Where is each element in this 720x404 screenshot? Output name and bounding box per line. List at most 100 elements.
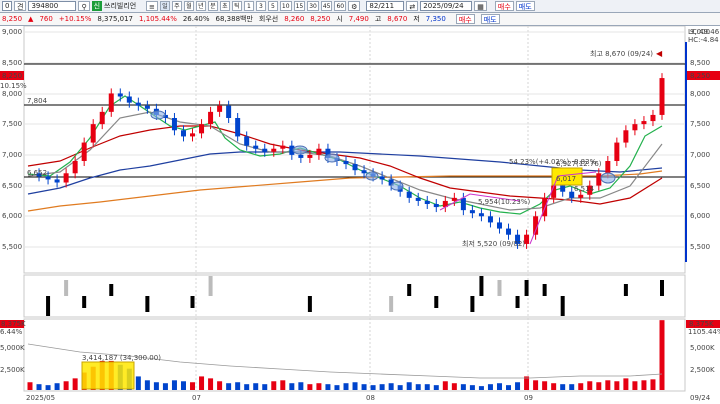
candle[interactable] <box>659 78 665 115</box>
volume-bar[interactable] <box>397 385 403 390</box>
candle[interactable] <box>180 130 186 137</box>
volume-bar[interactable] <box>217 381 223 390</box>
candle[interactable] <box>171 118 177 131</box>
sell-button[interactable]: 매도 <box>515 1 535 11</box>
period-year[interactable]: 년 <box>195 1 206 11</box>
candle[interactable] <box>361 170 367 174</box>
candle[interactable] <box>54 179 60 183</box>
volume-bar[interactable] <box>226 383 232 390</box>
volume-bar[interactable] <box>334 385 340 390</box>
candle[interactable] <box>433 204 439 208</box>
volume-bar[interactable] <box>487 384 493 390</box>
candle[interactable] <box>144 105 150 109</box>
volume-bar[interactable] <box>144 380 150 390</box>
volume-bar[interactable] <box>63 381 69 390</box>
interval-60[interactable]: 60 <box>334 1 347 11</box>
candle[interactable] <box>641 121 647 125</box>
volume-bar[interactable] <box>424 384 430 390</box>
candle[interactable] <box>424 200 430 204</box>
volume-bar[interactable] <box>271 381 277 390</box>
volume-bar[interactable] <box>325 384 331 390</box>
volume-bar[interactable] <box>533 380 539 390</box>
volume-bar[interactable] <box>343 383 349 390</box>
candle[interactable] <box>253 145 259 149</box>
volume-bar[interactable] <box>415 384 421 390</box>
interval-5[interactable]: 5 <box>267 1 278 11</box>
candle[interactable] <box>596 173 602 186</box>
candle[interactable] <box>72 161 78 174</box>
volume-bar[interactable] <box>208 378 214 390</box>
volume-bar[interactable] <box>632 381 638 390</box>
volume-bar[interactable] <box>551 383 557 390</box>
candle[interactable] <box>451 197 457 201</box>
volume-bar[interactable] <box>361 384 367 390</box>
chart-canvas[interactable]: 최고 8,670 (09/24) ◀ 최저 5,520 (09/02) 54.2… <box>0 26 720 404</box>
volume-bar[interactable] <box>569 384 575 390</box>
volume-bar[interactable] <box>244 384 250 390</box>
candle[interactable] <box>199 124 205 134</box>
volume-bar[interactable] <box>253 383 259 390</box>
volume-bar[interactable] <box>298 382 304 390</box>
menu-icon[interactable]: ≡ <box>146 1 158 11</box>
volume-bar[interactable] <box>650 379 656 390</box>
buy-button[interactable]: 매수 <box>494 1 514 11</box>
candle[interactable] <box>99 111 105 125</box>
volume-bar[interactable] <box>72 378 78 390</box>
link-icon[interactable]: ⇄ <box>406 1 419 11</box>
volume-bar[interactable] <box>596 382 602 390</box>
candle[interactable] <box>298 154 304 158</box>
interval-3[interactable]: 3 <box>255 1 266 11</box>
candle[interactable] <box>244 136 250 146</box>
volume-bar[interactable] <box>280 380 286 390</box>
volume-bar[interactable] <box>45 385 51 390</box>
market-prefix[interactable]: 0 <box>2 1 12 11</box>
count-input[interactable]: 82/211 <box>366 1 405 11</box>
candle[interactable] <box>117 93 123 97</box>
candle[interactable] <box>632 124 638 131</box>
volume-bar[interactable] <box>406 382 412 390</box>
period-day[interactable]: 일 <box>159 1 170 11</box>
volume-bar[interactable] <box>641 380 647 390</box>
candle[interactable] <box>496 222 502 229</box>
volume-bar[interactable] <box>27 382 33 390</box>
candle[interactable] <box>487 216 493 223</box>
quick-sell-button[interactable]: 매도 <box>480 14 500 24</box>
volume-bar[interactable] <box>316 383 322 390</box>
date-input[interactable]: 2025/09/24 <box>420 1 473 11</box>
volume-bar[interactable] <box>605 380 611 390</box>
volume-bar[interactable] <box>496 383 502 390</box>
period-month[interactable]: 월 <box>183 1 194 11</box>
candle[interactable] <box>460 197 466 211</box>
volume-bar[interactable] <box>199 376 205 390</box>
market-tab[interactable]: 견 <box>14 1 27 11</box>
volume-bar[interactable] <box>379 384 385 390</box>
volume-bar[interactable] <box>135 376 141 390</box>
candle[interactable] <box>605 161 611 174</box>
volume-highlight-box[interactable] <box>81 361 135 390</box>
interval-15[interactable]: 15 <box>293 1 306 11</box>
volume-bar[interactable] <box>578 383 584 390</box>
volume-bar[interactable] <box>388 383 394 390</box>
candle[interactable] <box>560 185 566 192</box>
candle[interactable] <box>650 114 656 122</box>
volume-bar[interactable] <box>469 385 475 390</box>
candle[interactable] <box>352 164 358 171</box>
volume-bar[interactable] <box>478 386 484 390</box>
settings-icon[interactable]: ⚙ <box>348 1 361 11</box>
candle[interactable] <box>478 213 484 217</box>
volume-bar[interactable] <box>524 376 530 390</box>
quick-buy-button[interactable]: 매수 <box>455 14 475 24</box>
volume-bar[interactable] <box>180 381 186 390</box>
candle[interactable] <box>271 148 277 152</box>
period-week[interactable]: 주 <box>171 1 182 11</box>
calendar-icon[interactable]: ▦ <box>474 1 487 11</box>
volume-bar[interactable] <box>515 382 521 390</box>
volume-bar[interactable] <box>623 378 629 390</box>
candle[interactable] <box>406 191 412 198</box>
candle[interactable] <box>623 130 629 143</box>
volume-bar[interactable] <box>542 381 548 390</box>
period-tick[interactable]: 틱 <box>231 1 242 11</box>
volume-bar[interactable] <box>451 383 457 390</box>
volume-bar[interactable] <box>262 384 268 390</box>
candle[interactable] <box>578 194 584 198</box>
